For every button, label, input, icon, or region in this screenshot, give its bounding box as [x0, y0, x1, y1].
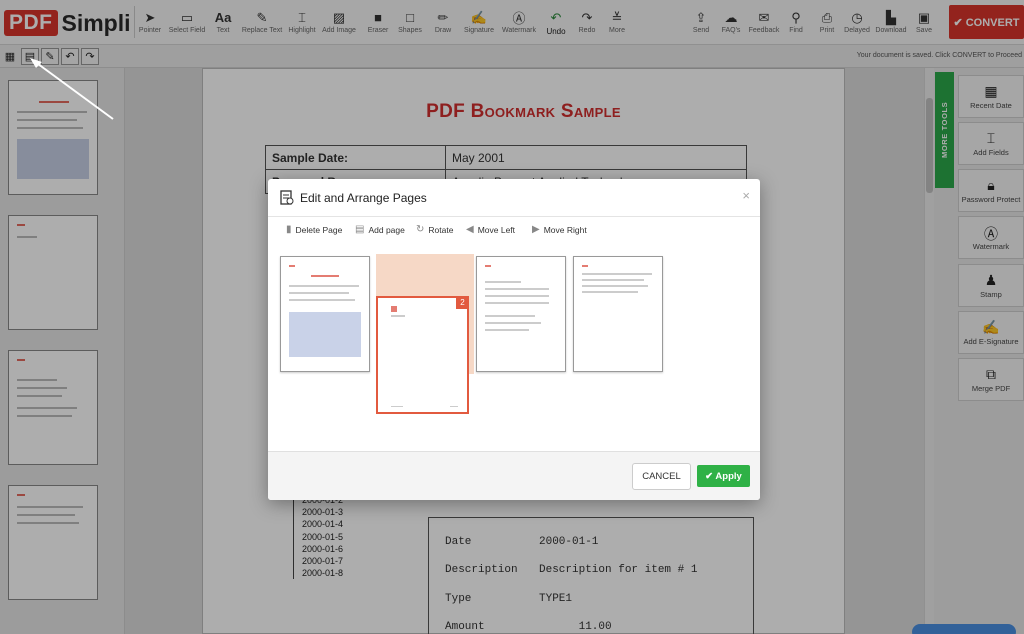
action-label: Move Left [477, 224, 516, 235]
move-left-button[interactable]: ◀ Move Left [466, 224, 515, 235]
action-label: Add page [368, 224, 405, 235]
add-page-button[interactable]: ▤ Add page [355, 224, 405, 235]
move-right-button[interactable]: ▶ Move Right [532, 224, 587, 235]
dialog-footer: CANCEL ✔ Apply [268, 451, 760, 500]
dragged-page-card[interactable]: 2 [376, 296, 469, 414]
page-card-3[interactable] [476, 256, 566, 372]
arrange-pages-icon [280, 190, 294, 205]
page-number-badge: 2 [456, 296, 469, 309]
dialog-header: Edit and Arrange Pages × [268, 179, 760, 217]
add-page-icon: ▤ [355, 224, 365, 235]
rotate-button[interactable]: ↻ Rotate [416, 224, 453, 235]
delete-page-button[interactable]: ▮ Delete Page [286, 224, 342, 235]
close-icon[interactable]: × [742, 188, 750, 203]
rotate-icon: ↻ [416, 224, 425, 235]
trash-icon: ▮ [286, 224, 292, 235]
page-card-4[interactable] [573, 256, 663, 372]
action-label: Move Right [543, 224, 587, 235]
edit-arrange-pages-dialog: Edit and Arrange Pages × ▮ Delete Page ▤… [268, 179, 760, 500]
dialog-title: Edit and Arrange Pages [300, 191, 427, 205]
action-label: Rotate [428, 224, 454, 235]
arrow-right-icon: ▶ [532, 224, 540, 235]
page-grid: 2 [268, 249, 760, 449]
arrow-left-icon: ◀ [466, 224, 474, 235]
action-label: Delete Page [295, 224, 343, 235]
apply-button[interactable]: ✔ Apply [697, 465, 750, 487]
page-card-1[interactable] [280, 256, 370, 372]
cancel-button[interactable]: CANCEL [632, 463, 691, 490]
